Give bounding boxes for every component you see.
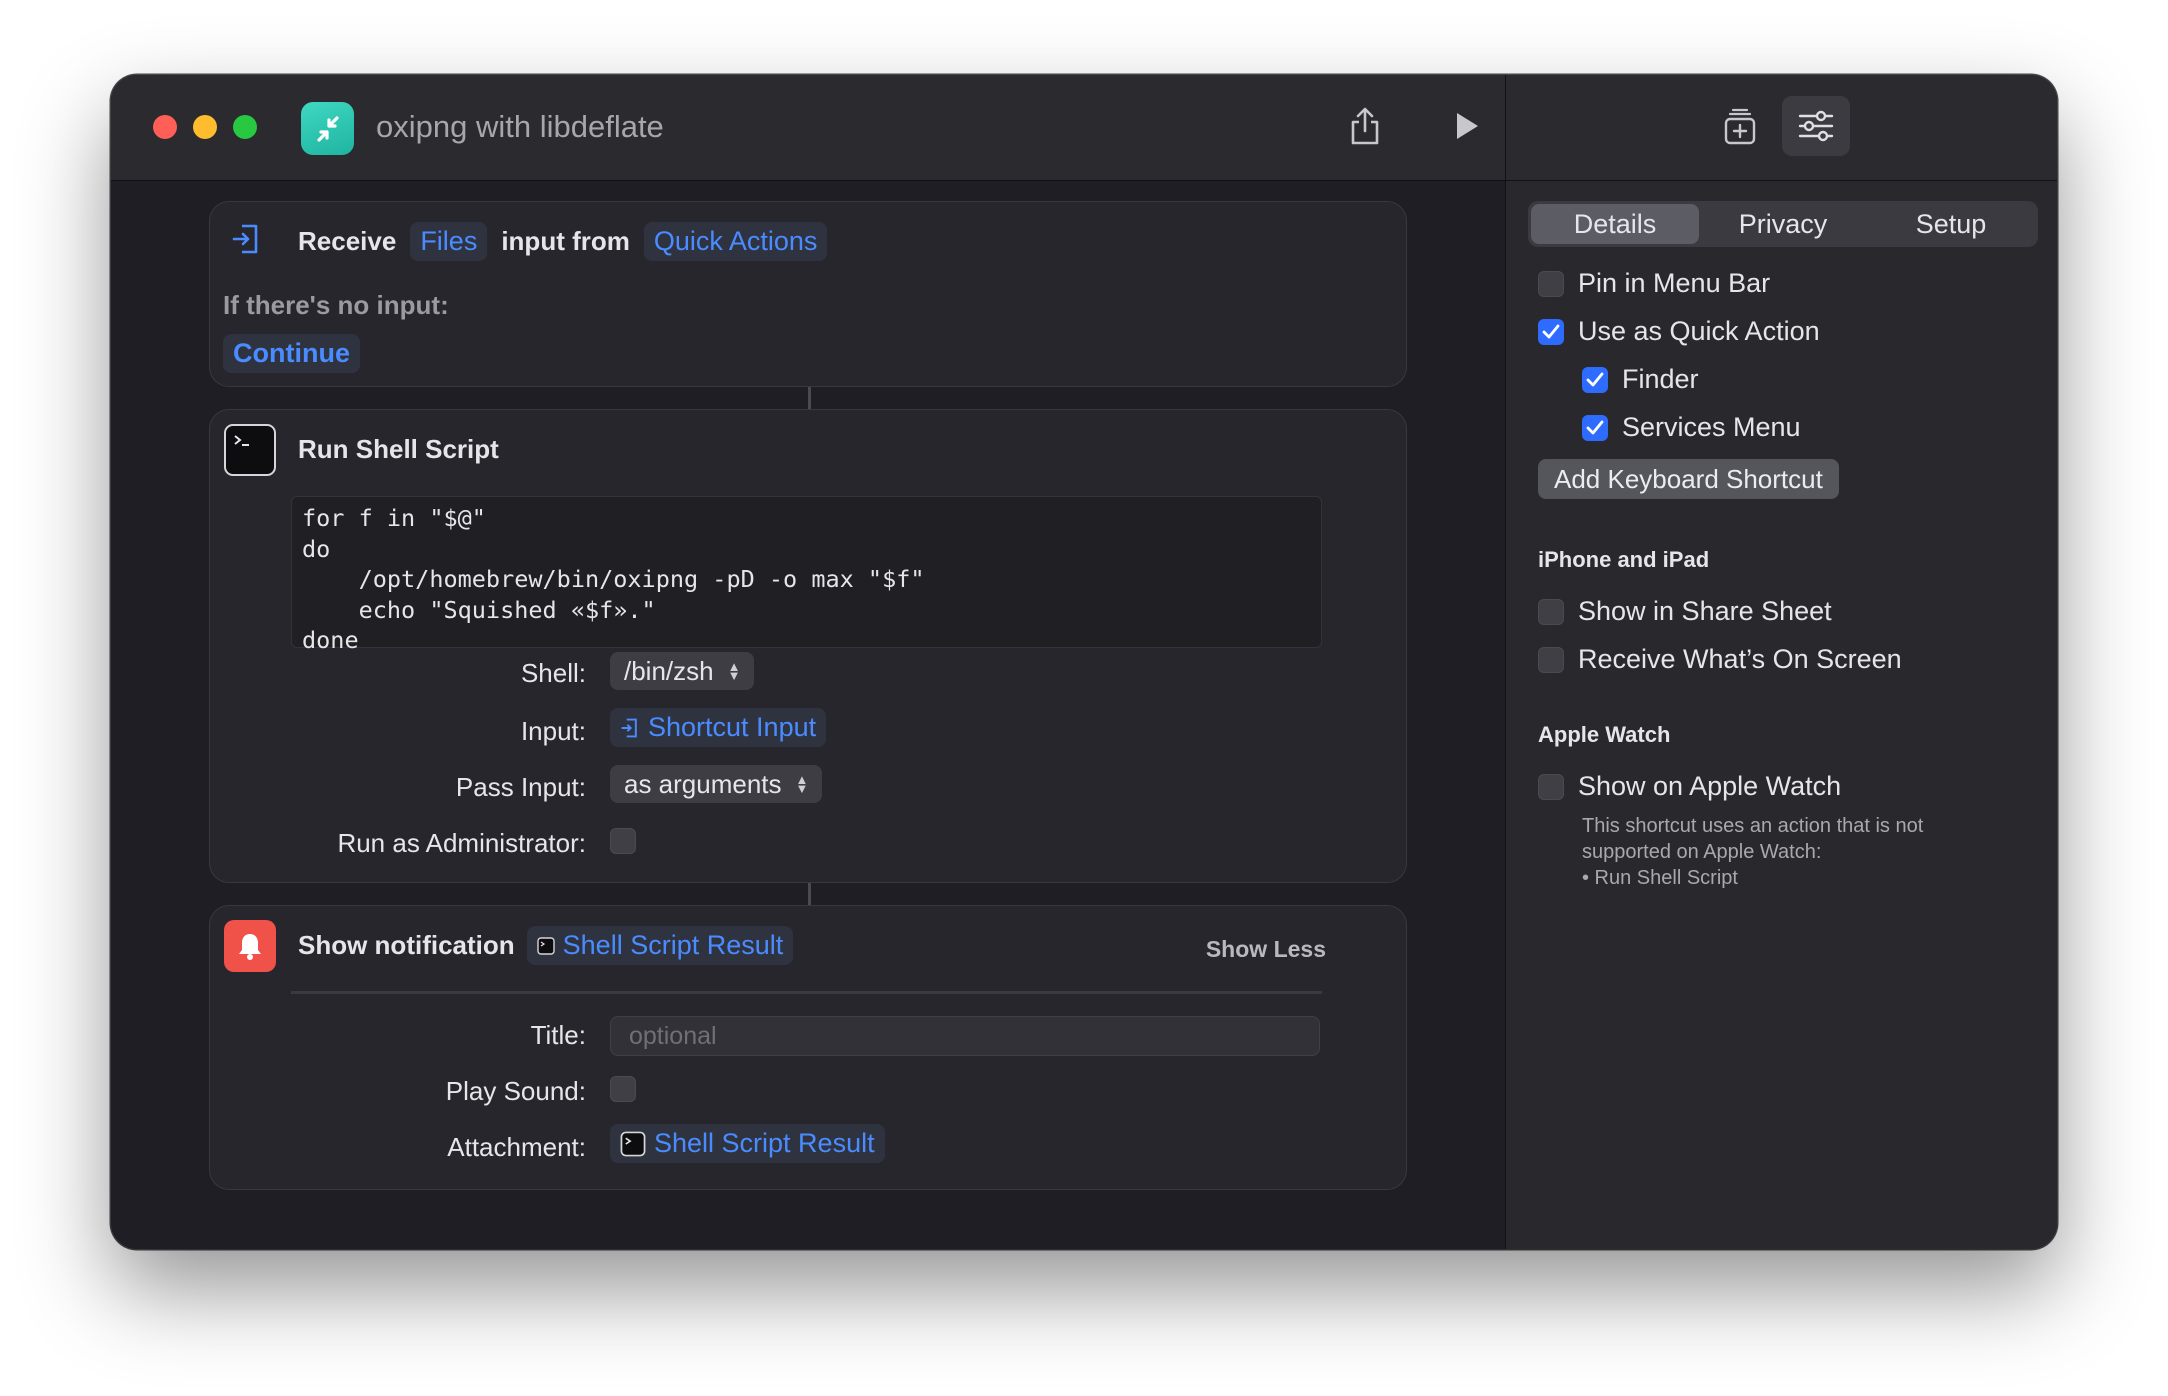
pin-menu-bar-checkbox[interactable] — [1538, 270, 1564, 297]
input-source-token[interactable]: Quick Actions — [643, 222, 828, 261]
apple-watch-row[interactable]: Show on Apple Watch — [1538, 771, 1841, 802]
no-input-label: If there's no input: — [223, 290, 449, 320]
apple-watch-heading: Apple Watch — [1538, 722, 1671, 747]
apple-watch-note-item: • Run Shell Script — [1582, 867, 1738, 889]
attachment-token[interactable]: Shell Script Result — [610, 1124, 885, 1163]
attachment-label: Attachment: — [447, 1132, 586, 1162]
shortcut-input-icon — [621, 718, 637, 737]
apple-watch-note: This shortcut uses an action that is not… — [1582, 813, 2002, 891]
receive-input-icon — [224, 216, 270, 262]
pass-input-label: Pass Input: — [455, 772, 586, 802]
inspector-toolbar — [1506, 75, 2057, 181]
run-as-admin-label: Run as Administrator: — [337, 828, 586, 858]
receive-action-card[interactable]: Receive Files input from Quick Actions I… — [209, 201, 1407, 387]
show-notification-card[interactable]: Show notification Shell Script Result Sh… — [209, 905, 1407, 1190]
action-connector — [808, 883, 811, 905]
services-menu-checkbox[interactable] — [1582, 414, 1608, 441]
terminal-icon — [536, 936, 555, 955]
pin-menu-bar-label: Pin in Menu Bar — [1578, 268, 1771, 298]
shell-script-result-label: Shell Script Result — [562, 930, 784, 960]
shell-popup[interactable]: /bin/zsh ▲ ▼ — [610, 652, 755, 690]
apple-watch-note-text: This shortcut uses an action that is not… — [1582, 815, 1924, 863]
shell-value: /bin/zsh — [624, 655, 714, 686]
attachment-token-label: Shell Script Result — [654, 1128, 875, 1158]
no-input-continue-token[interactable]: Continue — [223, 334, 360, 373]
zoom-button[interactable] — [233, 115, 257, 139]
script-editor[interactable]: for f in "$@" do /opt/homebrew/bin/oxipn… — [291, 496, 1322, 654]
divider — [291, 991, 1322, 994]
share-icon[interactable] — [1340, 101, 1390, 151]
receive-label: Receive — [298, 226, 397, 256]
close-button[interactable] — [153, 115, 177, 139]
inspector-tabs: Details Privacy Setup — [1528, 201, 2038, 247]
terminal-icon — [620, 1131, 646, 1156]
inspector-pane: Details Privacy Setup Pin in Menu Bar Us… — [1505, 75, 2057, 1249]
finder-checkbox[interactable] — [1582, 366, 1608, 393]
checkmark-icon — [1586, 372, 1604, 386]
on-screen-row[interactable]: Receive What’s On Screen — [1538, 644, 1902, 675]
quick-action-row[interactable]: Use as Quick Action — [1538, 316, 1820, 347]
checkmark-icon — [1542, 324, 1560, 338]
editor-pane: oxipng with libdeflate Receive Files inp… — [111, 75, 1505, 1249]
window-title[interactable]: oxipng with libdeflate — [376, 109, 664, 145]
input-label: Input: — [520, 716, 586, 746]
share-sheet-label: Show in Share Sheet — [1578, 596, 1832, 626]
tab-setup[interactable]: Setup — [1867, 204, 2035, 244]
input-from-label: input from — [501, 226, 630, 256]
run-as-admin-checkbox[interactable] — [610, 828, 636, 854]
shell-action-title: Run Shell Script — [298, 434, 499, 464]
checkmark-icon — [1586, 420, 1604, 434]
shortcut-input-label: Shortcut Input — [648, 712, 817, 742]
quick-action-label: Use as Quick Action — [1578, 316, 1820, 346]
run-shell-script-card[interactable]: Run Shell Script for f in "$@" do /opt/h… — [209, 409, 1407, 883]
shortcut-input-token[interactable]: Shortcut Input — [610, 708, 827, 747]
on-screen-label: Receive What’s On Screen — [1578, 644, 1902, 674]
shell-label: Shell: — [520, 658, 586, 688]
play-sound-checkbox[interactable] — [610, 1076, 636, 1102]
services-menu-row[interactable]: Services Menu — [1582, 412, 1801, 443]
input-type-token[interactable]: Files — [410, 222, 488, 261]
quick-action-checkbox[interactable] — [1538, 318, 1564, 345]
play-sound-label: Play Sound: — [445, 1076, 586, 1106]
apple-watch-label: Show on Apple Watch — [1578, 771, 1842, 801]
chevron-updown-icon: ▲ ▼ — [795, 772, 809, 796]
notification-title-input[interactable]: optional — [610, 1016, 1320, 1056]
pass-input-popup[interactable]: as arguments ▲ ▼ — [610, 765, 823, 803]
add-keyboard-shortcut-button[interactable]: Add Keyboard Shortcut — [1538, 459, 1839, 499]
services-menu-label: Services Menu — [1622, 412, 1801, 442]
title-bar: oxipng with libdeflate — [111, 75, 1505, 181]
share-sheet-row[interactable]: Show in Share Sheet — [1538, 596, 1832, 627]
finder-label: Finder — [1622, 364, 1699, 394]
pass-input-value: as arguments — [624, 768, 782, 799]
minimize-button[interactable] — [193, 115, 217, 139]
compress-arrows-icon[interactable] — [301, 102, 354, 155]
chevron-updown-icon: ▲ ▼ — [727, 659, 741, 683]
shortcuts-window: oxipng with libdeflate Receive Files inp… — [111, 75, 2057, 1249]
title-label: Title: — [530, 1020, 586, 1050]
tab-details[interactable]: Details — [1531, 204, 1699, 244]
on-screen-checkbox[interactable] — [1538, 646, 1564, 673]
sliders-icon[interactable] — [1782, 96, 1850, 156]
share-sheet-checkbox[interactable] — [1538, 598, 1564, 625]
play-icon[interactable] — [1441, 101, 1491, 151]
pin-menu-bar-row[interactable]: Pin in Menu Bar — [1538, 268, 1770, 299]
terminal-icon — [224, 424, 276, 476]
tab-privacy[interactable]: Privacy — [1699, 204, 1867, 244]
finder-row[interactable]: Finder — [1582, 364, 1699, 395]
apple-watch-checkbox[interactable] — [1538, 773, 1564, 800]
show-less-button[interactable]: Show Less — [1206, 936, 1326, 963]
add-library-icon[interactable] — [1712, 99, 1768, 155]
notification-action-title: Show notification — [298, 930, 515, 960]
bell-icon — [224, 920, 276, 972]
iphone-ipad-heading: iPhone and iPad — [1538, 547, 1710, 572]
shell-script-result-token[interactable]: Shell Script Result — [526, 926, 794, 965]
action-connector — [808, 387, 811, 409]
